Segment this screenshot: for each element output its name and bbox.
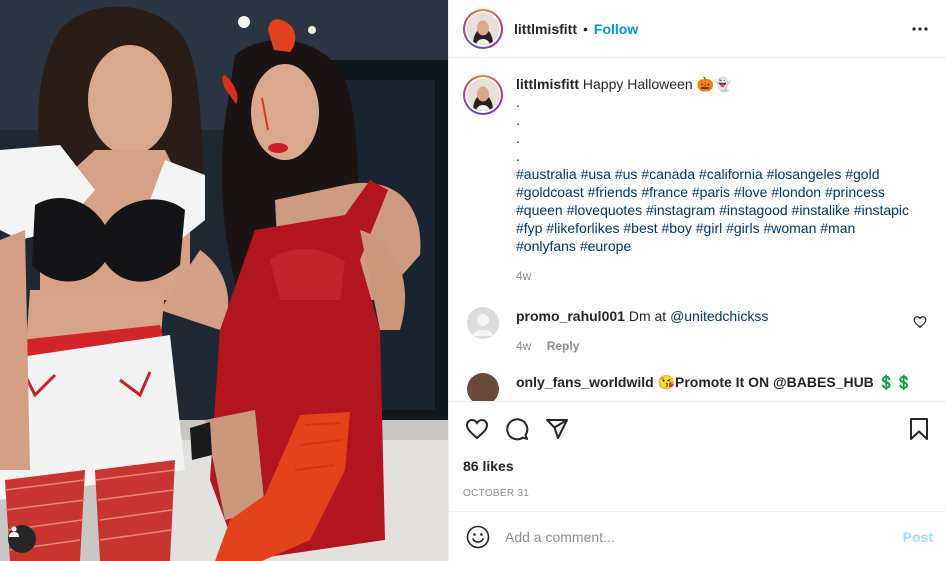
comment-item: promo_rahul001 Dm at @unitedchickss 4w R… [463,307,933,353]
caption-text: Happy Halloween 🎃👻 [582,76,732,92]
comment-text: only_fans_worldwild 😘Promote It ON @BABE… [516,374,913,390]
save-button[interactable] [905,415,933,443]
default-avatar-icon [467,307,499,339]
bookmark-icon [910,418,928,440]
instagram-post: littlmisfitt • Follow littlmisfitt Happy… [0,0,946,561]
likes-count[interactable]: 86 likes [463,458,933,474]
caption-dot: . [516,112,520,128]
avatar-image [467,12,499,45]
comment-mention[interactable]: @unitedchickss [670,308,768,324]
photo-illustration [0,0,448,561]
comment-age[interactable]: 4w [516,339,531,353]
caption-hashtags[interactable]: #australia #usa #us #canada #california … [516,165,916,255]
follow-button[interactable]: Follow [594,21,638,37]
more-horizontal-icon [912,27,928,31]
post-date[interactable]: OCTOBER 31 [463,488,933,499]
paper-plane-icon [546,419,568,439]
share-button[interactable] [543,415,571,443]
tagged-people-button[interactable] [8,525,36,553]
caption-username[interactable]: littlmisfitt [516,76,579,92]
comment-input[interactable] [505,528,903,545]
caption-dot: . [516,130,520,146]
comment-like-heart-icon[interactable] [913,315,927,329]
emoji-button[interactable] [465,524,491,550]
smiley-icon [466,525,490,548]
post-photo[interactable] [0,0,448,561]
caption-dot: . [516,148,520,164]
like-button[interactable] [463,415,491,443]
more-options-button[interactable] [909,18,931,40]
post-header: littlmisfitt • Follow [449,0,946,58]
caption-age[interactable]: 4w [516,269,916,283]
caption: littlmisfitt Happy Halloween 🎃👻 . . . . … [463,75,933,283]
header-separator: • [583,20,588,37]
heart-icon [465,418,489,440]
comment-item: only_fans_worldwild 😘Promote It ON @BABE… [463,373,933,401]
comment-avatar[interactable] [467,307,499,339]
comment-text: Dm at [628,308,667,324]
post-actions: 86 likes OCTOBER 31 [449,401,946,499]
comments-list[interactable]: littlmisfitt Happy Halloween 🎃👻 . . . . … [449,59,946,401]
header-username[interactable]: littlmisfitt [514,21,577,37]
comment-avatar[interactable] [467,373,499,401]
action-bar [463,402,933,456]
caption-dot: . [516,94,520,110]
comment-button[interactable] [503,415,531,443]
avatar[interactable] [463,8,503,49]
post-side-panel: littlmisfitt • Follow littlmisfitt Happy… [448,0,946,561]
post-comment-button[interactable]: Post [903,529,933,545]
reply-button[interactable]: Reply [547,339,580,353]
comment-bubble-icon [506,418,529,441]
comment-username[interactable]: promo_rahul001 [516,308,625,324]
person-tag-icon [9,526,19,537]
add-comment-bar: Post [449,511,946,561]
caption-avatar[interactable] [463,75,503,115]
